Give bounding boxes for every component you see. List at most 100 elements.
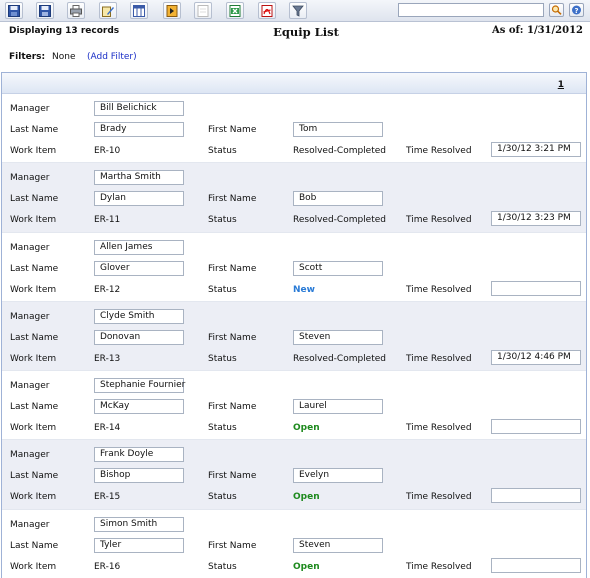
manager-label: Manager xyxy=(10,173,50,184)
record-list: 1 Manager Bill Belichick Last Name Brady… xyxy=(1,72,587,578)
save-as-icon xyxy=(39,5,51,17)
search-input[interactable] xyxy=(398,3,544,17)
time-resolved-field[interactable] xyxy=(491,557,581,573)
time-resolved-field[interactable] xyxy=(491,280,581,296)
last-name-label: Last Name xyxy=(10,402,59,413)
time-resolved-field[interactable] xyxy=(491,488,581,504)
edit-button[interactable] xyxy=(99,2,117,19)
first-name-field[interactable]: Bob xyxy=(293,191,383,207)
time-resolved-label: Time Resolved xyxy=(406,423,472,434)
last-name-field[interactable]: Bishop xyxy=(94,468,184,484)
last-name-label: Last Name xyxy=(10,125,59,135)
list-item: Manager Stephanie Fournier Last Name McK… xyxy=(2,371,586,441)
status-label: Status xyxy=(208,492,237,503)
first-name-label: First Name xyxy=(208,125,257,135)
filters-value: None xyxy=(52,52,76,62)
first-name-label: First Name xyxy=(208,194,257,205)
manager-field[interactable]: Martha Smith xyxy=(94,170,184,186)
status-value: Open xyxy=(293,492,320,503)
manager-field[interactable]: Allen James xyxy=(94,239,184,255)
first-name-field[interactable]: Tom xyxy=(293,122,383,137)
excel-button[interactable] xyxy=(226,2,244,19)
first-name-label: First Name xyxy=(208,471,257,482)
manager-field[interactable]: Bill Belichick xyxy=(94,101,184,116)
first-name-field[interactable]: Steven xyxy=(293,537,383,553)
first-name-label: First Name xyxy=(208,332,257,343)
status-value: Open xyxy=(293,423,320,434)
pdf-icon xyxy=(261,5,273,17)
first-name-field[interactable]: Evelyn xyxy=(293,468,383,484)
status-value: Open xyxy=(293,561,320,572)
manager-field[interactable]: Simon Smith xyxy=(94,516,184,532)
list-item: Manager Martha Smith Last Name Dylan Fir… xyxy=(2,163,586,233)
time-resolved-label: Time Resolved xyxy=(406,215,472,226)
svg-text:?: ? xyxy=(574,7,578,15)
pager-bar: 1 xyxy=(2,73,586,94)
list-item: Manager Frank Doyle Last Name Bishop Fir… xyxy=(2,440,586,510)
work-item-label: Work Item xyxy=(10,492,57,503)
last-name-label: Last Name xyxy=(10,471,59,482)
columns-button[interactable] xyxy=(130,2,148,19)
last-name-field[interactable]: Tyler xyxy=(94,537,184,553)
last-name-label: Last Name xyxy=(10,194,59,205)
list-item: Manager Simon Smith Last Name Tyler Firs… xyxy=(2,510,586,578)
first-name-label: First Name xyxy=(208,540,257,551)
filter-button[interactable] xyxy=(289,2,307,19)
time-resolved-label: Time Resolved xyxy=(406,492,472,503)
filters-label: Filters: xyxy=(9,52,46,62)
last-name-field[interactable]: Brady xyxy=(94,122,184,137)
manager-label: Manager xyxy=(10,104,50,114)
export-icon xyxy=(166,5,178,17)
excel-icon xyxy=(229,5,241,17)
filter-icon xyxy=(292,5,304,17)
time-resolved-field[interactable] xyxy=(491,419,581,435)
save-button[interactable] xyxy=(5,2,23,19)
last-name-label: Last Name xyxy=(10,263,59,274)
status-value: Resolved-Completed xyxy=(293,215,386,226)
first-name-field[interactable]: Laurel xyxy=(293,399,383,415)
last-name-field[interactable]: Dylan xyxy=(94,191,184,207)
status-label: Status xyxy=(208,423,237,434)
help-icon: ? xyxy=(572,5,581,15)
manager-field[interactable]: Clyde Smith xyxy=(94,308,184,324)
last-name-field[interactable]: Glover xyxy=(94,260,184,276)
pdf-button[interactable] xyxy=(258,2,276,19)
status-label: Status xyxy=(208,284,237,295)
first-name-label: First Name xyxy=(208,263,257,274)
work-item-value: ER-12 xyxy=(94,284,121,295)
time-resolved-field[interactable]: 1/30/12 4:46 PM xyxy=(491,349,581,365)
status-value: Resolved-Completed xyxy=(293,353,386,364)
save-as-button[interactable] xyxy=(36,2,54,19)
manager-label: Manager xyxy=(10,381,50,392)
help-button[interactable]: ? xyxy=(569,3,584,17)
list-item: Manager Allen James Last Name Glover Fir… xyxy=(2,233,586,302)
work-item-value: ER-10 xyxy=(94,146,121,156)
first-name-field[interactable]: Steven xyxy=(293,329,383,345)
manager-field[interactable]: Stephanie Fournier xyxy=(94,378,185,394)
save-icon xyxy=(8,5,20,17)
manager-field[interactable]: Frank Doyle xyxy=(94,447,184,463)
last-name-field[interactable]: McKay xyxy=(94,399,184,415)
print-button[interactable] xyxy=(67,2,85,19)
report-icon xyxy=(197,5,209,17)
last-name-field[interactable]: Donovan xyxy=(94,329,184,345)
time-resolved-label: Time Resolved xyxy=(406,146,472,156)
status-value: Resolved-Completed xyxy=(293,146,386,156)
work-item-value: ER-16 xyxy=(94,561,121,572)
print-icon xyxy=(70,5,82,17)
work-item-label: Work Item xyxy=(10,561,57,572)
time-resolved-field[interactable]: 1/30/12 3:21 PM xyxy=(491,142,581,157)
manager-label: Manager xyxy=(10,242,50,253)
report-button[interactable] xyxy=(194,2,212,19)
time-resolved-field[interactable]: 1/30/12 3:23 PM xyxy=(491,211,581,227)
export-button[interactable] xyxy=(163,2,181,19)
add-filter-link[interactable]: (Add Filter) xyxy=(87,52,137,62)
first-name-field[interactable]: Scott xyxy=(293,260,383,276)
time-resolved-label: Time Resolved xyxy=(406,561,472,572)
search-button[interactable] xyxy=(549,3,564,17)
work-item-label: Work Item xyxy=(10,215,57,226)
as-of-date: As of: 1/31/2012 xyxy=(491,25,583,36)
list-item: Manager Bill Belichick Last Name Brady F… xyxy=(2,94,586,164)
page-link[interactable]: 1 xyxy=(558,80,564,90)
manager-label: Manager xyxy=(10,311,50,322)
